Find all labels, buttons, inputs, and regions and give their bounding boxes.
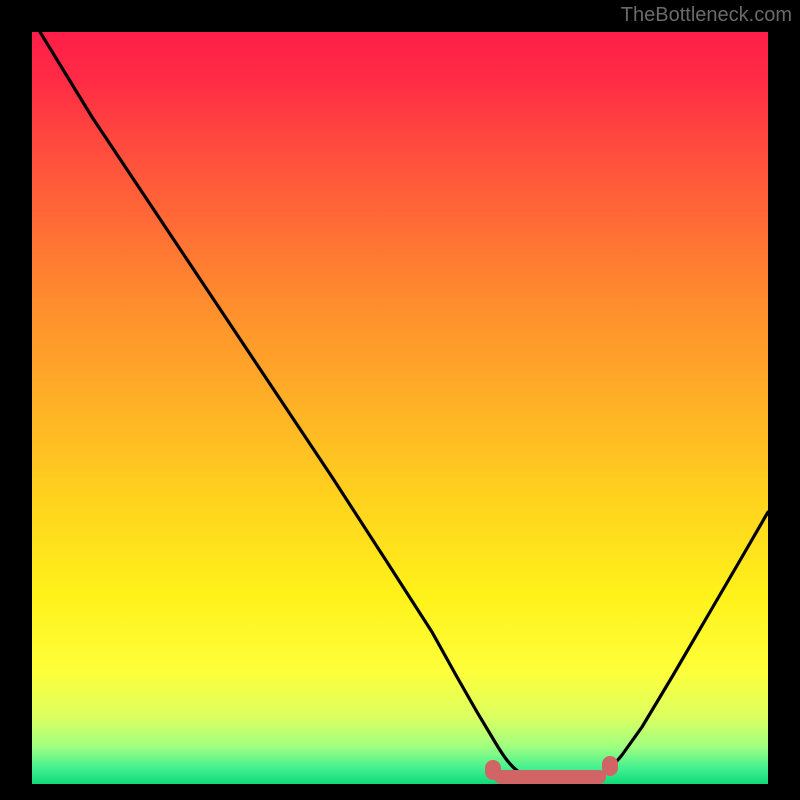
optimal-right-marker [602,756,618,776]
plot-area [32,32,768,784]
watermark-text: TheBottleneck.com [621,4,792,27]
curve-path [37,32,768,782]
optimal-band-marker [494,770,606,784]
bottleneck-curve [32,32,768,784]
